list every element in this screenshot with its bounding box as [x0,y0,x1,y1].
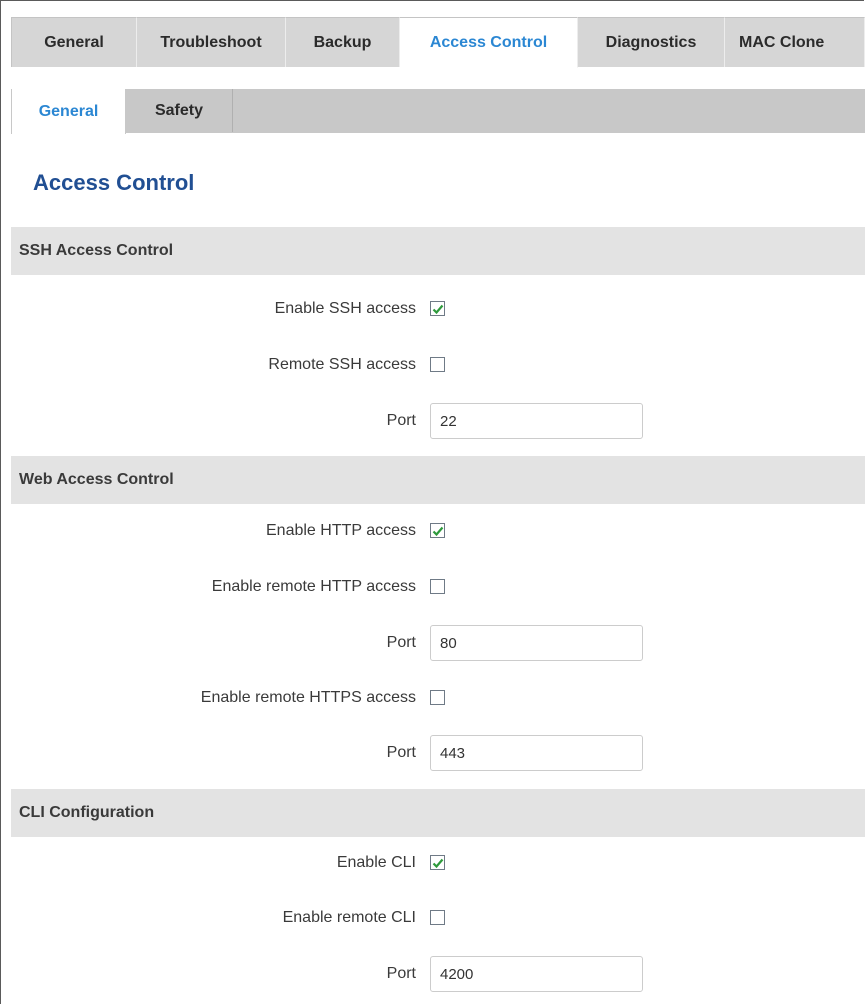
remote-cli-label: Enable remote CLI [282,909,416,926]
row-https-port: Port [0,735,865,771]
ssh-port-label: Port [386,412,416,429]
remote-http-checkbox[interactable] [430,579,445,594]
http-port-label: Port [386,634,416,651]
tab-troubleshoot[interactable]: Troubleshoot [137,17,286,67]
row-ssh-port: Port [0,403,865,439]
row-remote-ssh: Remote SSH access [0,350,865,380]
subtab-safety[interactable]: Safety [126,89,233,132]
subtab-general[interactable]: General [11,89,126,134]
https-port-label: Port [386,744,416,761]
remote-https-label: Enable remote HTTPS access [200,689,416,706]
page-title: Access Control [33,170,195,195]
remote-http-label: Enable remote HTTP access [211,578,416,595]
top-tabs: General Troubleshoot Backup Access Contr… [11,17,865,68]
row-http-port: Port [0,625,865,661]
row-enable-ssh: Enable SSH access [0,294,865,324]
ssh-port-input[interactable] [430,403,643,439]
https-port-input[interactable] [430,735,643,771]
enable-http-checkbox[interactable] [430,523,445,538]
remote-ssh-checkbox[interactable] [430,357,445,372]
cli-port-label: Port [386,965,416,982]
sub-tabs: General Safety [11,89,865,134]
remote-https-checkbox[interactable] [430,690,445,705]
tab-access-control[interactable]: Access Control [400,17,578,68]
tab-diagnostics[interactable]: Diagnostics [578,17,725,67]
section-header-web: Web Access Control [11,456,865,504]
cli-port-input[interactable] [430,956,643,992]
tab-backup[interactable]: Backup [286,17,400,67]
tab-general[interactable]: General [11,17,137,67]
enable-ssh-checkbox[interactable] [430,301,445,316]
row-enable-http: Enable HTTP access [0,516,865,546]
enable-http-label: Enable HTTP access [266,522,416,539]
row-remote-http: Enable remote HTTP access [0,572,865,602]
row-remote-https: Enable remote HTTPS access [0,683,865,713]
section-header-cli: CLI Configuration [11,789,865,837]
enable-cli-label: Enable CLI [336,854,416,871]
row-enable-cli: Enable CLI [0,848,865,878]
enable-cli-checkbox[interactable] [430,855,445,870]
row-cli-port: Port [0,956,865,992]
row-remote-cli: Enable remote CLI [0,903,865,933]
remote-ssh-label: Remote SSH access [268,356,416,373]
tab-mac-clone[interactable]: MAC Clone [725,17,865,67]
remote-cli-checkbox[interactable] [430,910,445,925]
enable-ssh-label: Enable SSH access [274,300,416,317]
http-port-input[interactable] [430,625,643,661]
section-header-ssh: SSH Access Control [11,227,865,275]
